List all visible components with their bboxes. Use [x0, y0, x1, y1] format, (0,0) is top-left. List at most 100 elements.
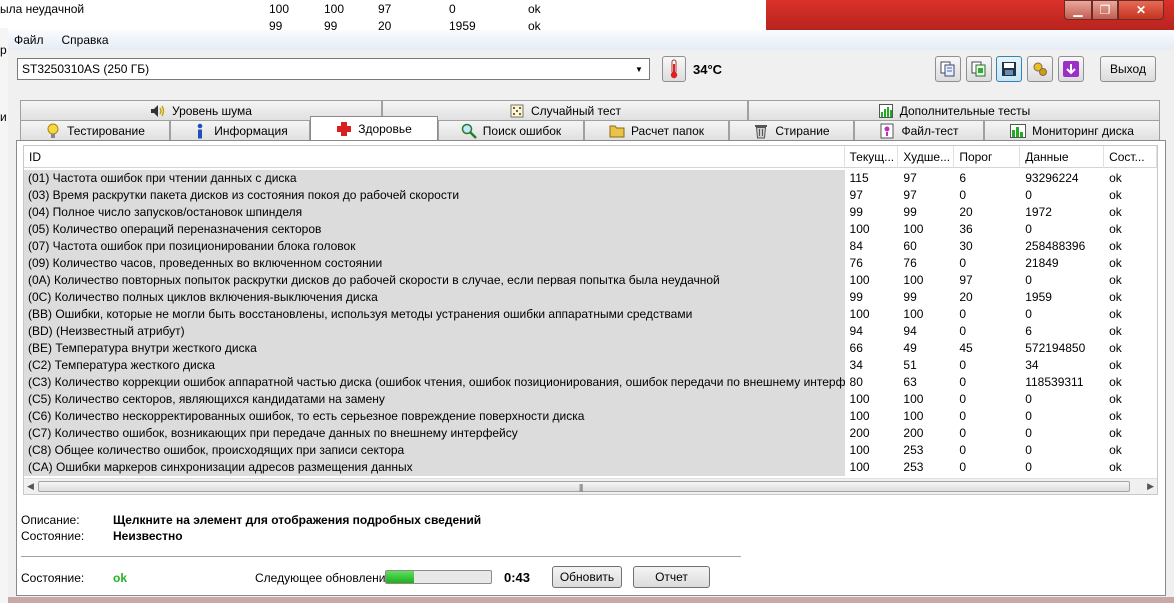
description-label: Описание:	[21, 513, 80, 527]
tab-label: Мониторинг диска	[1032, 123, 1134, 138]
column-header-current[interactable]: Текущ...	[845, 146, 899, 168]
cell-threshold: 0	[959, 256, 967, 270]
column-header-id[interactable]: ID	[24, 146, 845, 168]
table-row[interactable]: (BD) (Неизвестный атрибут) 94 94 0 6 ok	[24, 323, 1157, 340]
cell-status: ok	[1109, 409, 1122, 423]
column-header-worst[interactable]: Худше...	[898, 146, 955, 168]
table-body: (01) Частота ошибок при чтении данных с …	[24, 170, 1157, 476]
table-row[interactable]: (03) Время раскрутки пакета дисков из со…	[24, 187, 1157, 204]
table-row[interactable]: (04) Полное число запусков/остановок шпи…	[24, 204, 1157, 221]
table-row[interactable]: (07) Частота ошибок при позиционировании…	[24, 238, 1157, 255]
tab-information[interactable]: Информация	[170, 120, 310, 140]
progress-fill	[386, 571, 415, 583]
cell-id: (C7) Количество ошибок, возникающих при …	[24, 425, 845, 442]
scrollbar-thumb[interactable]: |||	[38, 481, 1130, 492]
table-row[interactable]: (CA) Ошибки маркеров синхронизации адрес…	[24, 459, 1157, 476]
column-header-data[interactable]: Данные	[1020, 146, 1105, 168]
cell-worst: 60	[903, 239, 917, 253]
table-row[interactable]: (C3) Количество коррекции ошибок аппарат…	[24, 374, 1157, 391]
cell-status: ok	[1109, 460, 1122, 474]
cell-threshold: 0	[959, 409, 967, 423]
table-row[interactable]: (C8) Общее количество ошибок, происходящ…	[24, 442, 1157, 459]
minimize-button[interactable]: ▁	[1064, 0, 1092, 20]
options-button[interactable]	[1027, 56, 1053, 82]
cell-data: 1959	[1025, 290, 1052, 304]
cell-threshold: 6	[959, 171, 967, 185]
table-row[interactable]: (C5) Количество секторов, являющихся кан…	[24, 391, 1157, 408]
table-row[interactable]: (BB) Ошибки, которые не могли быть восст…	[24, 306, 1157, 323]
table-row[interactable]: (05) Количество операций переназначения …	[24, 221, 1157, 238]
report-button[interactable]: Отчет	[633, 566, 710, 588]
cell-threshold: 0	[959, 375, 967, 389]
cell-worst: 51	[903, 358, 917, 372]
cell-id: (C6) Количество нескорректированных ошиб…	[24, 408, 845, 425]
background-row: 99 99 20 1959 ok	[0, 19, 766, 30]
tab-error-scan[interactable]: Поиск ошибок	[438, 120, 584, 140]
cell-current: 100	[849, 409, 870, 423]
table-row[interactable]: (09) Количество часов, проведенных во вк…	[24, 255, 1157, 272]
menu-bar: Файл Справка	[8, 30, 1174, 50]
cell-worst: 94	[903, 324, 917, 338]
table-row[interactable]: (C6) Количество нескорректированных ошиб…	[24, 408, 1157, 425]
status-value: ok	[113, 571, 128, 585]
table-row[interactable]: (C7) Количество ошибок, возникающих при …	[24, 425, 1157, 442]
maximize-button[interactable]: ❐	[1092, 0, 1118, 20]
grip-icon: |||	[579, 483, 583, 492]
cell-threshold: 0	[959, 324, 967, 338]
background-row-text: ыла неудачной	[0, 2, 85, 16]
table-row[interactable]: (C2) Температура жесткого диска 34 51 0 34 ok	[24, 357, 1157, 374]
smart-attributes-table[interactable]: ID Текущ... Худше... Порог Данные Сост..…	[23, 145, 1158, 495]
horizontal-scrollbar[interactable]: ◀ ||| ▶	[24, 478, 1157, 494]
column-header-threshold[interactable]: Порог	[954, 146, 1021, 168]
tab-file-test[interactable]: Файл-тест	[854, 120, 984, 140]
tab-folder-calc[interactable]: Расчет папок	[584, 120, 729, 140]
menu-help[interactable]: Справка	[62, 33, 109, 47]
thermometer-button[interactable]	[662, 56, 686, 82]
tab-label: Дополнительные тесты	[899, 103, 1031, 118]
trash-icon	[753, 123, 769, 139]
download-button[interactable]	[1058, 56, 1084, 82]
tab-testing[interactable]: Тестирование	[20, 120, 170, 140]
scroll-left-icon[interactable]: ◀	[27, 481, 34, 492]
cell-id: (C2) Температура жесткого диска	[24, 357, 845, 374]
table-row[interactable]: (0C) Количество полных циклов включения-…	[24, 289, 1157, 306]
refresh-button[interactable]: Обновить	[552, 566, 622, 588]
table-row[interactable]: (BE) Температура внутри жесткого диска 66…	[24, 340, 1157, 357]
menu-file[interactable]: Файл	[14, 33, 44, 47]
cell-current: 94	[849, 324, 863, 338]
lightbulb-icon	[45, 123, 61, 139]
chart-icon	[878, 103, 894, 119]
cell-threshold: 97	[959, 273, 973, 287]
exit-button[interactable]: Выход	[1100, 56, 1156, 82]
left-edge: р и	[0, 28, 8, 603]
save-button[interactable]	[996, 56, 1022, 82]
cell-status: ok	[1109, 256, 1122, 270]
cell-id: (0C) Количество полных циклов включения-…	[24, 289, 845, 306]
background-cell: 99	[269, 19, 283, 30]
cell-threshold: 0	[959, 426, 967, 440]
column-header-status[interactable]: Сост...	[1104, 146, 1157, 168]
description-value: Щелкните на элемент для отображения подр…	[113, 513, 482, 527]
tab-erase[interactable]: Стирание	[729, 120, 854, 140]
copy-all-button[interactable]	[966, 56, 992, 82]
tab-extra-tests[interactable]: Дополнительные тесты	[748, 100, 1160, 120]
cell-id: (BD) (Неизвестный атрибут)	[24, 323, 845, 340]
table-row[interactable]: (0A) Количество повторных попыток раскру…	[24, 272, 1157, 289]
close-button[interactable]: ✕	[1118, 0, 1164, 20]
drive-select[interactable]: ST3250310AS (250 ГБ) ▼	[17, 58, 650, 80]
status-label: Состояние:	[21, 571, 85, 585]
table-row[interactable]: (01) Частота ошибок при чтении данных с …	[24, 170, 1157, 187]
cell-worst: 99	[903, 290, 917, 304]
tab-health[interactable]: Здоровье	[310, 116, 438, 140]
cell-data: 118539311	[1025, 375, 1084, 389]
copy-info-button[interactable]	[935, 56, 961, 82]
background-cell: 0	[449, 2, 456, 16]
scroll-right-icon[interactable]: ▶	[1147, 481, 1154, 492]
cell-threshold: 0	[959, 188, 967, 202]
background-cell: 97	[378, 2, 392, 16]
cell-id: (05) Количество операций переназначения …	[24, 221, 845, 238]
cell-status: ok	[1109, 443, 1122, 457]
cell-threshold: 0	[959, 358, 967, 372]
tab-disk-monitor[interactable]: Мониторинг диска	[984, 120, 1160, 140]
chevron-down-icon[interactable]: ▼	[631, 61, 647, 77]
